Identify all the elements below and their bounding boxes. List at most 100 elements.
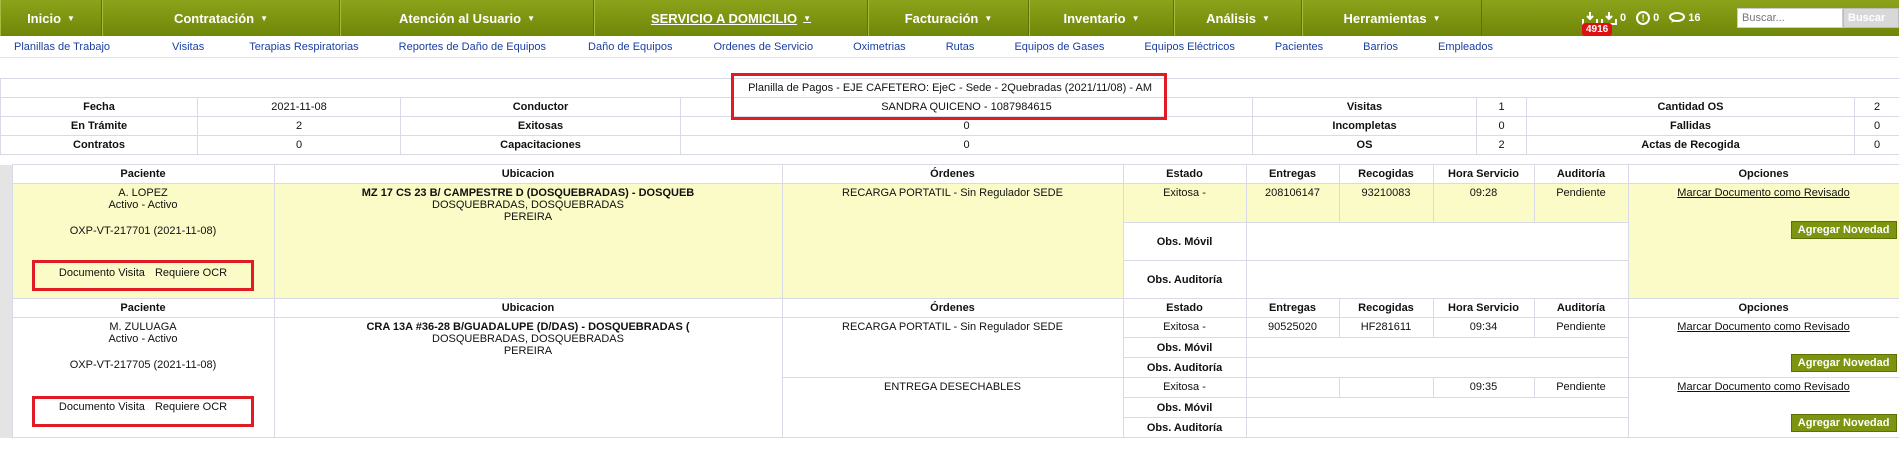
capacitaciones-label: Capacitaciones (400, 135, 681, 155)
nav-facturacion[interactable]: Facturación ▼ (868, 0, 1029, 36)
subnav-equipos-electricos[interactable]: Equipos Eléctricos (1144, 41, 1235, 53)
highlight-box (32, 396, 254, 427)
entregas-cell: 90525020 (1245, 317, 1340, 338)
os-label: OS (1252, 135, 1477, 155)
tramite-value: 2 (197, 116, 401, 136)
obs-auditoria-label: Obs. Auditoría (1122, 357, 1247, 378)
subnav-reportes-dano[interactable]: Reportes de Daño de Equipos (399, 41, 546, 53)
visitas-value: 1 (1476, 97, 1527, 117)
patient-name: A. LOPEZ (118, 187, 168, 199)
chevron-down-icon: ▼ (1261, 13, 1270, 23)
entregas-cell: 208106147 (1245, 183, 1340, 223)
header-opciones: Opciones (1627, 298, 1899, 318)
nav-inventario[interactable]: Inventario ▼ (1029, 0, 1174, 36)
table-row: A. LOPEZ Activo - Activo OXP-VT-217701 (… (0, 183, 1899, 299)
alert-notifications[interactable]: ! 0 (1636, 11, 1659, 25)
obs-auditoria-value (1245, 417, 1629, 438)
subnav-rutas[interactable]: Rutas (946, 41, 975, 53)
detail-table: Paciente Ubicacion Órdenes Estado Entreg… (0, 164, 1899, 438)
patient-code: OXP-VT-217701 (2021-11-08) (69, 225, 217, 237)
header-estado: Estado (1122, 298, 1247, 318)
subnav-dano-equipos[interactable]: Daño de Equipos (588, 41, 672, 53)
download-notifications[interactable]: 4916 0 (1582, 11, 1627, 36)
patient-status: Activo - Activo (108, 333, 178, 345)
order-cell: ENTREGA DESECHABLES (781, 377, 1124, 438)
obs-movil-value (1245, 337, 1629, 358)
recogidas-cell: HF281611 (1338, 317, 1434, 338)
ubicacion-cell: MZ 17 CS 23 B/ CAMPESTRE D (DOSQUEBRADAS… (273, 183, 783, 299)
actas-label: Actas de Recogida (1526, 135, 1855, 155)
header-ubicacion: Ubicacion (273, 298, 783, 318)
header-auditoria: Auditoría (1533, 164, 1629, 184)
highlight-box (32, 260, 254, 291)
alert-icon: ! (1636, 11, 1651, 25)
chevron-down-icon: ▼ (803, 13, 812, 23)
fecha-label: Fecha (0, 97, 198, 117)
mark-reviewed-link[interactable]: Marcar Documento como Revisado (1677, 187, 1849, 199)
city-region: PEREIRA (503, 345, 553, 357)
agregar-novedad-button[interactable]: Agregar Novedad (1790, 221, 1897, 239)
address: CRA 13A #36-28 B/GUADALUPE (D/DAS) - DOS… (366, 321, 690, 333)
header-entregas: Entregas (1245, 298, 1340, 318)
subnav-planillas-trabajo[interactable]: Planillas de Trabajo (14, 41, 110, 53)
subnav-visitas[interactable]: Visitas (172, 41, 204, 53)
search-input[interactable] (1737, 8, 1843, 28)
header-estado: Estado (1122, 164, 1247, 184)
mark-reviewed-link[interactable]: Marcar Documento como Revisado (1677, 321, 1849, 333)
obs-auditoria-value (1245, 357, 1629, 378)
chevron-down-icon: ▼ (67, 13, 75, 23)
header-ordenes: Órdenes (781, 298, 1124, 318)
subnav-ordenes-servicio[interactable]: Ordenes de Servicio (713, 41, 813, 53)
nav-inicio[interactable]: Inicio ▼ (0, 0, 102, 36)
patient-name: M. ZULUAGA (109, 321, 177, 333)
ubicacion-cell: CRA 13A #36-28 B/GUADALUPE (D/DAS) - DOS… (273, 317, 783, 438)
alert-count: 0 (1653, 12, 1660, 24)
patient-status: Activo - Activo (108, 199, 178, 211)
agregar-novedad-button[interactable]: Agregar Novedad (1790, 414, 1897, 432)
subnav-oximetrias[interactable]: Oximetrias (853, 41, 906, 53)
header-paciente: Paciente (11, 298, 275, 318)
nav-atencion-usuario[interactable]: Atención al Usuario ▼ (340, 0, 594, 36)
estado-cell: Exitosa - (1122, 317, 1247, 338)
auditoria-cell: Pendiente (1533, 317, 1629, 338)
download-count: 0 (1620, 12, 1627, 24)
header-auditoria: Auditoría (1533, 298, 1629, 318)
capacitaciones-value: 0 (680, 135, 1253, 155)
chat-notifications[interactable]: 16 (1669, 12, 1701, 24)
hora-cell: 09:34 (1432, 317, 1535, 338)
cantidad-os-label: Cantidad OS (1526, 97, 1855, 117)
sub-navigation: Planillas de Trabajo Visitas Terapias Re… (0, 36, 1899, 58)
incompletas-value: 0 (1476, 116, 1527, 136)
nav-herramientas[interactable]: Herramientas ▼ (1302, 0, 1482, 36)
subnav-empleados[interactable]: Empleados (1438, 41, 1493, 53)
mark-reviewed-link[interactable]: Marcar Documento como Revisado (1677, 381, 1849, 393)
opciones-cell: Marcar Documento como Revisado Agregar N… (1627, 377, 1899, 438)
nav-analisis[interactable]: Análisis ▼ (1174, 0, 1302, 36)
header-opciones: Opciones (1627, 164, 1899, 184)
fallidas-value: 0 (1853, 116, 1899, 136)
chevron-down-icon: ▼ (984, 13, 993, 23)
chevron-down-icon: ▼ (260, 13, 269, 23)
agregar-novedad-button[interactable]: Agregar Novedad (1790, 354, 1897, 372)
nav-contratacion[interactable]: Contratación ▼ (102, 0, 340, 36)
subnav-barrios[interactable]: Barrios (1363, 41, 1398, 53)
obs-auditoria-label: Obs. Auditoría (1122, 260, 1247, 299)
estado-cell: Exitosa - (1122, 183, 1247, 223)
detail-header: Paciente Ubicacion Órdenes Estado Entreg… (0, 298, 1899, 318)
notification-badge: 4916 (1582, 23, 1613, 36)
header-paciente: Paciente (11, 164, 275, 184)
city-region: PEREIRA (503, 211, 553, 223)
city: DOSQUEBRADAS, DOSQUEBRADAS (432, 333, 624, 345)
detail-header: Paciente Ubicacion Órdenes Estado Entreg… (0, 164, 1899, 184)
obs-auditoria-value (1245, 260, 1629, 299)
nav-servicio-domicilio[interactable]: SERVICIO A DOMICILIO ▼ (594, 0, 868, 36)
hora-cell: 09:35 (1432, 377, 1535, 398)
subnav-equipos-gases[interactable]: Equipos de Gases (1014, 41, 1104, 53)
header-entregas: Entregas (1245, 164, 1340, 184)
tramite-label: En Trámite (0, 116, 198, 136)
notification-area: 4916 0 ! 0 16 (1482, 0, 1707, 36)
subnav-pacientes[interactable]: Pacientes (1275, 41, 1323, 53)
search-button[interactable]: Buscar (1843, 8, 1899, 28)
subnav-terapias[interactable]: Terapias Respiratorias (249, 41, 358, 53)
recogidas-cell: 93210083 (1338, 183, 1434, 223)
